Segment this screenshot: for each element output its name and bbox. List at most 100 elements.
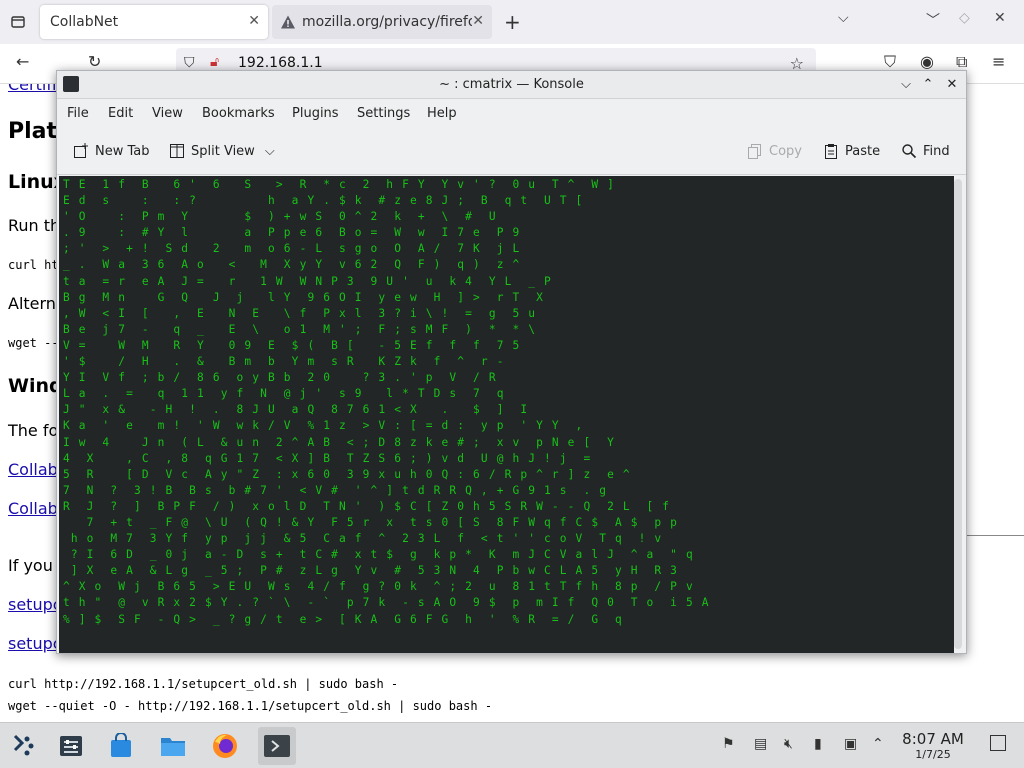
menu-help[interactable]: Help: [427, 106, 457, 121]
wget-command: wget --quiet -O - http://192.168.1.1/set…: [8, 699, 493, 713]
menu-plugins[interactable]: Plugins: [292, 106, 339, 121]
matrix-line: , W < I [ , E N E \ f P x l 3 ? i \ ! = …: [63, 306, 537, 320]
split-view-icon: [170, 144, 184, 158]
menu-settings[interactable]: Settings: [357, 106, 410, 121]
list-all-tabs-chevron-icon[interactable]: ⌵: [838, 10, 849, 26]
minimize-window-icon[interactable]: ﹀: [926, 10, 940, 30]
new-tab-plus-icon[interactable]: +: [504, 10, 521, 34]
plasma-taskbar: ⚑ ▤ 🔇︎ ▮ ▣ ⌃ 8:07 AM 1/7/25: [0, 722, 1024, 768]
setup-link-1[interactable]: setupc: [8, 595, 62, 614]
collab-link-1[interactable]: Collab: [8, 460, 58, 479]
minimize-chevron-icon[interactable]: ⌵: [897, 76, 915, 94]
warning-icon: [281, 15, 295, 29]
new-tab-button[interactable]: New Tab: [73, 143, 150, 159]
tracking-protection-shield-icon[interactable]: ⛉: [184, 55, 195, 71]
konsole-icon[interactable]: [258, 727, 296, 765]
paste-button[interactable]: Paste: [823, 143, 880, 159]
paste-label: Paste: [845, 143, 881, 159]
menu-file[interactable]: File: [67, 106, 89, 121]
konsole-titlebar[interactable]: ~ : cmatrix — Konsole ⌵ ⌃ ✕: [57, 71, 966, 99]
matrix-line: 5 R [ D V c A y " Z : x 6 0 3 9 x u h 0 …: [63, 467, 631, 481]
battery-icon[interactable]: ▮: [814, 736, 822, 752]
platform-heading: Plat: [8, 119, 58, 144]
close-tab-icon[interactable]: ✕: [472, 13, 484, 29]
close-window-icon[interactable]: ✕: [943, 76, 961, 94]
certificate-link[interactable]: Certifi: [8, 84, 56, 94]
tab-mozilla-privacy[interactable]: mozilla.org/privacy/firefox ✕: [272, 5, 492, 39]
matrix-line: ' O : P m Y $ ) + w S 0 ^ 2 k + \ # U: [63, 210, 497, 224]
search-icon: [902, 144, 917, 159]
extensions-icon[interactable]: ⧉: [956, 52, 967, 72]
windows-heading: Wind: [8, 375, 63, 397]
split-view-chevron-icon[interactable]: ⌵: [265, 144, 275, 159]
terminal-view[interactable]: T E 1 f B 6 ' 6 S > R * c 2 h F Y Y v ' …: [59, 176, 954, 653]
tab-label: CollabNet: [50, 14, 119, 30]
curl-command-short: curl ht: [8, 258, 59, 272]
matrix-line: _ . W a 3 6 A o < M X y Y v 6 2 Q F ) q …: [63, 258, 521, 272]
clock-date: 1/7/25: [915, 748, 951, 761]
account-icon[interactable]: ◉: [920, 52, 934, 71]
digital-clock[interactable]: 8:07 AM 1/7/25: [898, 731, 968, 762]
close-window-icon[interactable]: ✕: [994, 10, 1006, 26]
split-view-button[interactable]: Split View ⌵: [169, 143, 275, 159]
terminal-scrollbar[interactable]: [954, 179, 962, 649]
application-launcher-icon[interactable]: [4, 727, 42, 765]
tab-bar: CollabNet ✕ mozilla.org/privacy/firefox …: [0, 0, 1024, 44]
tab-list-icon[interactable]: [6, 10, 30, 34]
following-text: The fo: [8, 421, 59, 440]
find-button[interactable]: Find: [901, 143, 950, 159]
show-hidden-icons-chevron-icon[interactable]: ⌃: [872, 736, 884, 752]
clock-time: 8:07 AM: [902, 730, 964, 748]
matrix-line: T E 1 f B 6 ' 6 S > R * c 2 h F Y Y v ' …: [63, 178, 615, 191]
back-arrow-icon[interactable]: ←: [16, 52, 29, 71]
curl-command: curl http://192.168.1.1/setupcert_old.sh…: [8, 677, 399, 691]
matrix-line: 7 + t _ F @ \ U ( Q ! & Y F 5 r x t s 0 …: [63, 515, 679, 529]
show-desktop-icon[interactable]: [990, 735, 1006, 751]
menu-bookmarks[interactable]: Bookmarks: [202, 106, 275, 121]
discover-store-icon[interactable]: [102, 727, 140, 765]
matrix-line: V = W M R Y 0 9 E $ ( B [ - 5 E f f f 7 …: [63, 338, 521, 352]
reload-icon[interactable]: ↻: [88, 52, 101, 71]
close-tab-icon[interactable]: ✕: [248, 13, 260, 29]
matrix-line: ' $ / H . & B m b Y m s R K Z k f ^ r -: [63, 355, 505, 369]
menu-view[interactable]: View: [152, 106, 183, 121]
split-view-label: Split View: [191, 143, 255, 159]
matrix-line: K a ' e m ! ' W w k / V % 1 z > V : [ = …: [63, 419, 584, 433]
matrix-line: ] X e A & L g _ 5 ; P # z L g Y v # 5 3 …: [63, 564, 679, 578]
menu-edit[interactable]: Edit: [108, 106, 133, 121]
file-manager-icon[interactable]: [154, 727, 192, 765]
new-tab-icon: [74, 143, 88, 158]
matrix-line: E d s : : ? h a Y . $ k # z e 8 J ; B q …: [63, 194, 584, 208]
matrix-line: t a = r e A J = r 1 W W N P 3 9 U ' u k …: [63, 274, 552, 288]
firefox-icon[interactable]: [206, 727, 244, 765]
matrix-line: J " x & - H ! . 8 J U a Q 8 7 6 1 < X . …: [63, 403, 529, 417]
matrix-line: ? I 6 D _ 0 j a - D s + t C # x t $ g k …: [63, 548, 694, 562]
insecure-lock-icon[interactable]: 🔓︎: [210, 54, 219, 70]
setup-link-2[interactable]: setupc: [8, 634, 62, 653]
copy-button[interactable]: Copy: [747, 143, 802, 159]
matrix-line: I w 4 J n ( L & u n 2 ^ A B < ; D 8 z k …: [63, 435, 615, 449]
menu-hamburger-icon[interactable]: ≡: [992, 52, 1005, 71]
matrix-line: t h " @ v R x 2 $ Y . ? ` \ - ` p 7 k - …: [63, 596, 710, 610]
settings-icon[interactable]: [52, 727, 90, 765]
pocket-icon[interactable]: ⛉: [884, 52, 896, 72]
matrix-line: R J ? ] B P F / ) x o l D T N ' ) $ C [ …: [63, 499, 671, 513]
network-icon[interactable]: ▣: [844, 736, 857, 752]
tab-label: mozilla.org/privacy/firefox: [302, 14, 472, 30]
copy-icon: [748, 144, 761, 159]
horizontal-rule: [960, 535, 1024, 536]
maximize-chevron-icon[interactable]: ⌃: [919, 76, 937, 94]
clipboard-icon[interactable]: ▤: [754, 736, 767, 752]
notifications-icon[interactable]: ⚑: [722, 736, 735, 752]
volume-muted-icon[interactable]: 🔇︎: [784, 736, 793, 752]
matrix-line: h o M 7 3 Y f y p j j & 5 C a f ^ 2 3 L …: [63, 532, 663, 546]
konsole-title: ~ : cmatrix — Konsole: [439, 77, 584, 92]
tab-collabnet[interactable]: CollabNet ✕: [40, 5, 268, 39]
url-text[interactable]: 192.168.1.1: [238, 55, 323, 71]
collab-link-2[interactable]: Collab: [8, 499, 58, 518]
konsole-menubar: File Edit View Bookmarks Plugins Setting…: [57, 99, 966, 129]
maximize-window-icon[interactable]: ◇: [959, 10, 970, 26]
matrix-line: . 9 : # Y l a P p e 6 B o = W w I 7 e P …: [63, 226, 521, 240]
find-label: Find: [923, 143, 950, 159]
matrix-line: ^ X o W j B 6 5 > E U W s 4 / f g ? 0 k …: [63, 580, 694, 594]
